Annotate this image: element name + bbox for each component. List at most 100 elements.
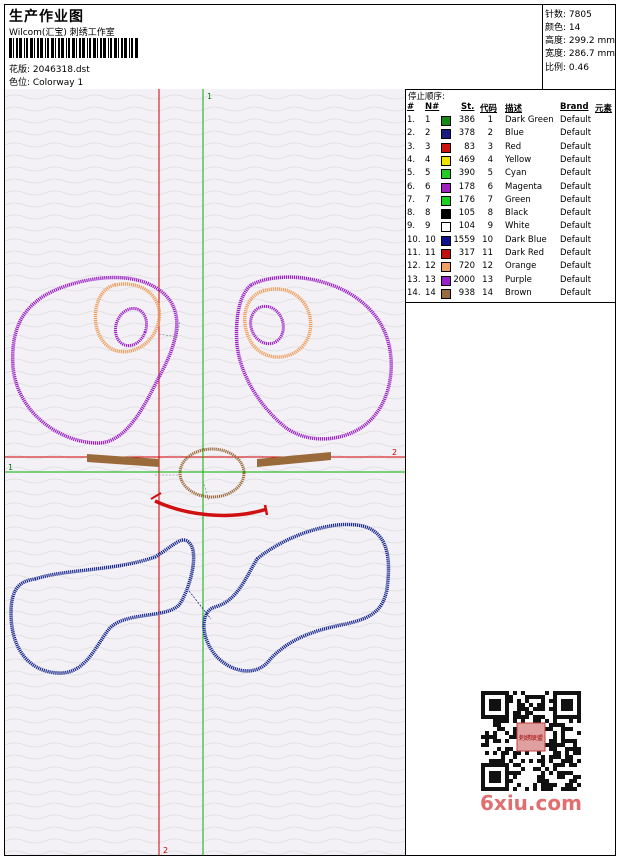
company-name: Wilcom(汇宝) 刺绣工作室 bbox=[9, 28, 115, 38]
row-code: 4 bbox=[487, 154, 493, 165]
row-stitches: 104 bbox=[458, 221, 475, 232]
row-stitches: 83 bbox=[464, 141, 475, 152]
row-stitches: 390 bbox=[458, 168, 475, 179]
color-swatch bbox=[441, 169, 451, 180]
row-brand: Default bbox=[560, 154, 592, 165]
row-index: 7. bbox=[407, 194, 416, 205]
header-panel: 生产作业图 Wilcom(汇宝) 刺绣工作室 花版: 2046318.dst 色… bbox=[5, 5, 615, 90]
legend-row: 6. 6 178 6 Magenta Default bbox=[406, 182, 615, 195]
row-description: Magenta bbox=[505, 181, 543, 192]
row-description: Blue bbox=[505, 128, 524, 139]
row-stitches: 1559 bbox=[453, 234, 475, 245]
row-brand: Default bbox=[560, 115, 592, 125]
row-brand: Default bbox=[560, 274, 592, 285]
col-index: # bbox=[407, 102, 415, 112]
design-scale: 比例: 0.46 bbox=[545, 63, 589, 73]
color-swatch bbox=[441, 195, 451, 206]
row-needle: 1 bbox=[425, 115, 431, 125]
design-file-label: 花版: 2046318.dst bbox=[9, 65, 90, 75]
row-index: 2. bbox=[407, 128, 416, 139]
row-stitches: 317 bbox=[458, 248, 475, 258]
row-needle: 10 bbox=[425, 234, 436, 245]
row-needle: 7 bbox=[425, 194, 431, 205]
col-description: 描述 bbox=[505, 104, 523, 114]
row-description: Red bbox=[505, 141, 522, 152]
row-description: White bbox=[505, 221, 530, 232]
color-swatch bbox=[441, 235, 451, 246]
col-needle: N# bbox=[425, 102, 440, 112]
row-brand: Default bbox=[560, 221, 592, 232]
row-stitches: 2000 bbox=[453, 274, 475, 285]
col-stitches: St. bbox=[461, 102, 475, 112]
legend-row: 13. 13 2000 13 Purple Default bbox=[406, 275, 615, 288]
row-description: Brown bbox=[505, 287, 532, 298]
row-description: Purple bbox=[505, 274, 532, 285]
stats-panel: 针数: 7805 颜色: 14 高度: 299.2 mm 宽度: 286.7 m… bbox=[542, 5, 616, 89]
design-preview: 1 2 1 2 bbox=[5, 89, 406, 855]
legend-row: 8. 8 105 8 Black Default bbox=[406, 208, 615, 221]
row-index: 8. bbox=[407, 208, 416, 219]
row-code: 11 bbox=[482, 248, 493, 258]
row-brand: Default bbox=[560, 168, 592, 179]
row-needle: 14 bbox=[425, 287, 436, 298]
legend-row: 7. 7 176 7 Green Default bbox=[406, 195, 615, 208]
row-brand: Default bbox=[560, 181, 592, 192]
row-brand: Default bbox=[560, 248, 592, 258]
row-description: Dark Red bbox=[505, 248, 545, 258]
row-code: 13 bbox=[482, 274, 493, 285]
col-brand: Brand bbox=[560, 102, 589, 112]
row-needle: 4 bbox=[425, 154, 431, 165]
row-description: Dark Green bbox=[505, 115, 554, 125]
qr-logo-caption: 刺绣联盟 bbox=[519, 734, 543, 742]
legend-row: 1. 1 386 1 Dark Green Default bbox=[406, 115, 615, 128]
row-description: Green bbox=[505, 194, 531, 205]
legend-row: 10. 10 1559 10 Dark Blue Default bbox=[406, 235, 615, 248]
production-worksheet: 生产作业图 Wilcom(汇宝) 刺绣工作室 花版: 2046318.dst 色… bbox=[4, 4, 616, 856]
page-title: 生产作业图 bbox=[9, 9, 84, 25]
row-needle: 9 bbox=[425, 221, 431, 232]
row-index: 10. bbox=[407, 234, 421, 245]
design-height: 高度: 299.2 mm bbox=[545, 36, 616, 46]
row-index: 11. bbox=[407, 248, 421, 258]
row-code: 14 bbox=[482, 287, 493, 298]
color-swatch bbox=[441, 182, 451, 193]
axis-mark-h1: 1 bbox=[8, 463, 13, 472]
row-stitches: 378 bbox=[458, 128, 475, 139]
row-code: 8 bbox=[487, 208, 493, 219]
design-width: 宽度: 286.7 mm bbox=[545, 49, 616, 59]
row-stitches: 938 bbox=[458, 287, 475, 298]
legend-row: 12. 12 720 12 Orange Default bbox=[406, 261, 615, 274]
row-stitches: 720 bbox=[458, 261, 475, 272]
row-needle: 11 bbox=[425, 248, 436, 258]
axis-mark-h2: 2 bbox=[392, 448, 397, 457]
row-description: Black bbox=[505, 208, 528, 219]
legend-row: 4. 4 469 4 Yellow Default bbox=[406, 155, 615, 168]
row-index: 6. bbox=[407, 181, 416, 192]
row-description: Orange bbox=[505, 261, 537, 272]
row-index: 4. bbox=[407, 154, 416, 165]
row-code: 9 bbox=[487, 221, 493, 232]
legend-row: 11. 11 317 11 Dark Red Default bbox=[406, 248, 615, 261]
row-code: 5 bbox=[487, 168, 493, 179]
row-index: 3. bbox=[407, 141, 416, 152]
row-stitches: 105 bbox=[458, 208, 475, 219]
color-swatch bbox=[441, 288, 451, 299]
legend-row: 5. 5 390 5 Cyan Default bbox=[406, 168, 615, 181]
row-code: 6 bbox=[487, 181, 493, 192]
row-brand: Default bbox=[560, 194, 592, 205]
row-stitches: 386 bbox=[458, 115, 475, 125]
row-stitches: 176 bbox=[458, 194, 475, 205]
embroidery-drawing: 1 2 1 2 bbox=[5, 89, 405, 855]
row-description: Cyan bbox=[505, 168, 527, 179]
stop-sequence-legend: 停止顺序: # N# St. 代码 描述 Brand 元素 1. 1 386 1 Dar… bbox=[406, 89, 615, 303]
col-element: 元素 bbox=[595, 104, 613, 114]
legend-heading: 停止顺序: bbox=[408, 92, 445, 102]
row-needle: 5 bbox=[425, 168, 431, 179]
color-swatch bbox=[441, 262, 451, 273]
row-brand: Default bbox=[560, 287, 592, 298]
colorway-label: 色位: Colorway 1 bbox=[9, 78, 84, 88]
row-stitches: 469 bbox=[458, 154, 475, 165]
row-needle: 6 bbox=[425, 181, 431, 192]
color-swatch bbox=[441, 222, 451, 233]
row-brand: Default bbox=[560, 234, 592, 245]
